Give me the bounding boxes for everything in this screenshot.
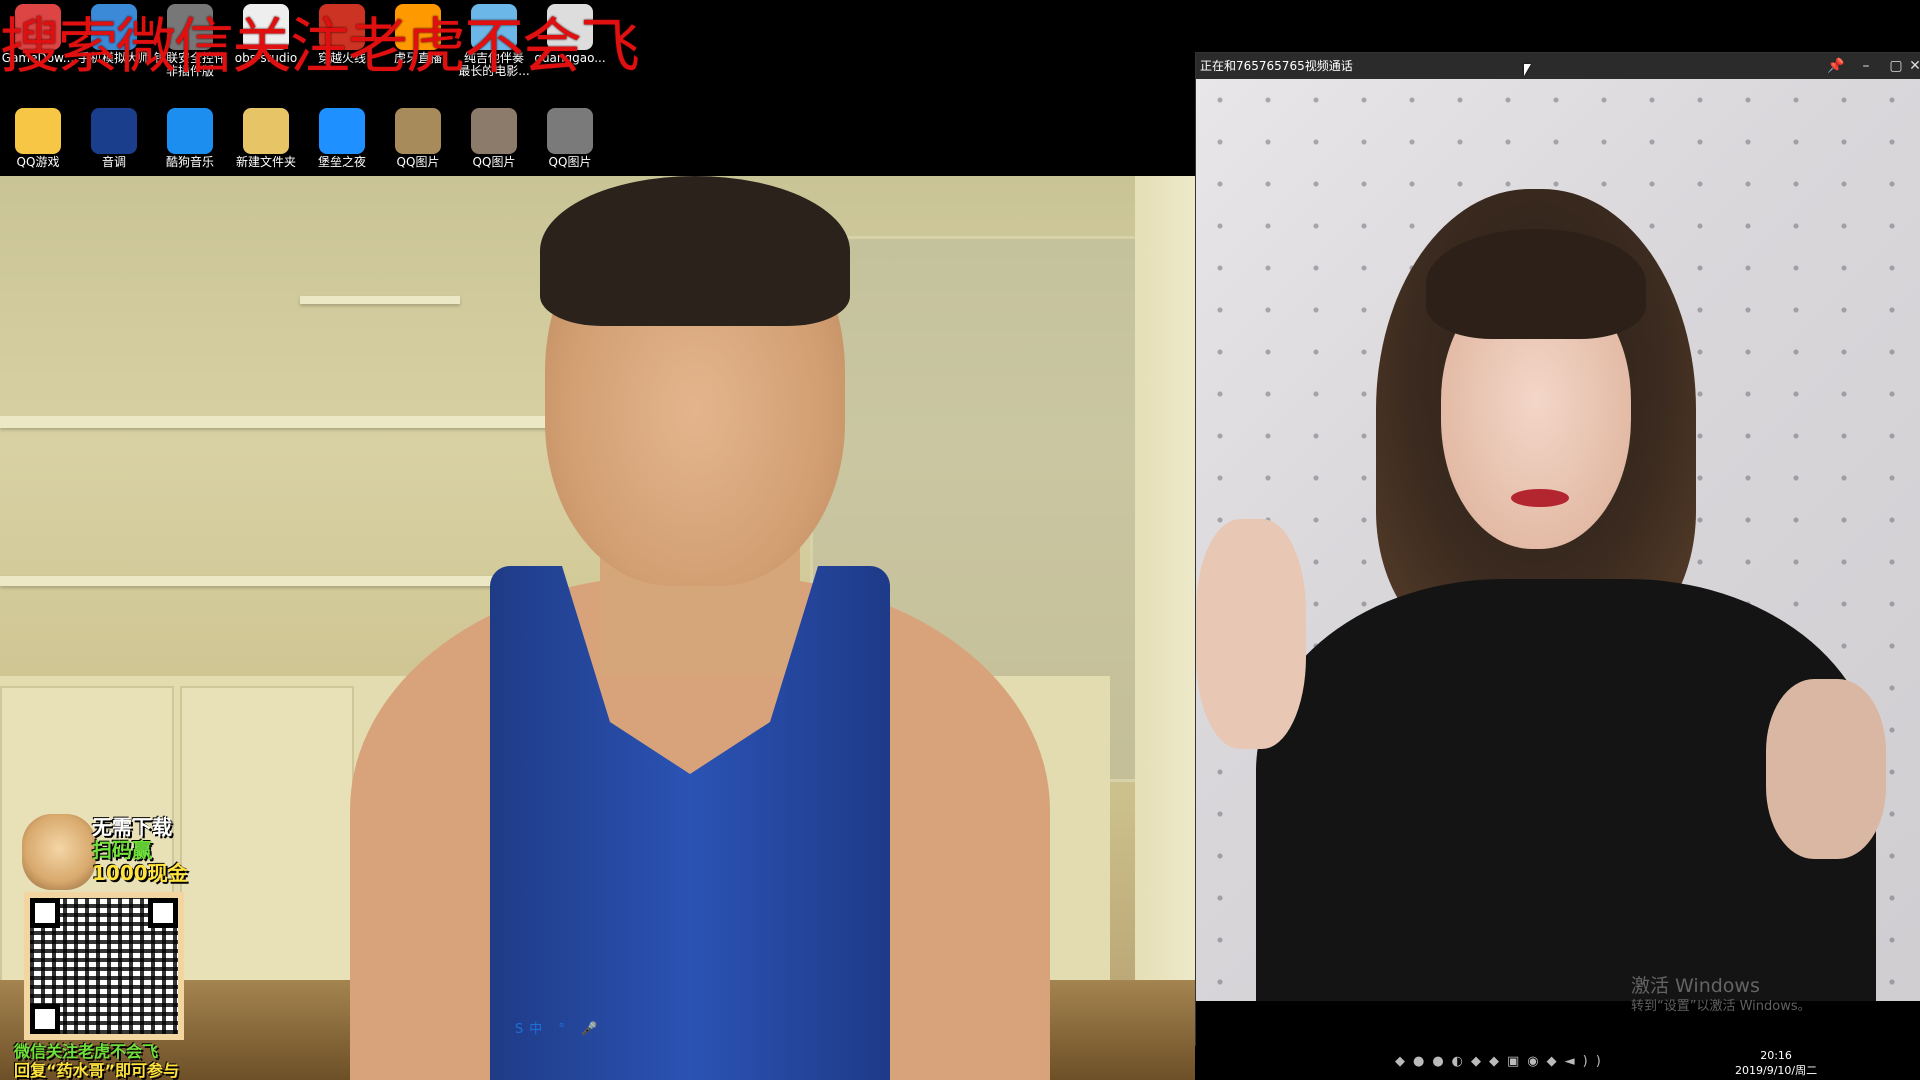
qr-promo: 无需下载 扫码赢 1000现金 微信关注老虎不会飞 回复“药水哥”即可参与: [14, 814, 200, 1080]
desktop-shortcut-label: QQ游戏: [16, 155, 60, 169]
mouse-cursor-icon: [1524, 64, 1531, 76]
qq-game-icon: [15, 108, 61, 154]
windows-activation-hint: 转到“设置”以激活 Windows。: [1631, 999, 1811, 1014]
qr-pattern: [30, 898, 178, 1034]
ime-toolbar[interactable]: S中 ° 🎤: [515, 1018, 603, 1037]
desktop-shortcut-label: 酷狗音乐: [165, 155, 214, 169]
promo-line2: 扫码赢: [92, 838, 152, 862]
desktop-shortcut-label: QQ图片: [548, 155, 592, 169]
kugou-icon: [167, 108, 213, 154]
qr-corner: [30, 898, 60, 928]
video-call-window[interactable]: 正在和765765765视频通话 📌 – ▢ ✕ 激活 Windows 转到“设…: [1195, 52, 1920, 1054]
remote-person-lips: [1511, 489, 1569, 507]
clock-date: 2019/9/10/周二: [1735, 1064, 1818, 1077]
shelf: [0, 576, 540, 586]
cabinet-door: [180, 686, 354, 990]
minimize-button[interactable]: –: [1851, 53, 1881, 79]
promo-line1: 无需下载: [92, 815, 172, 839]
promo-headline: 无需下载 扫码赢 1000现金: [92, 816, 202, 885]
promo-instructions: 微信关注老虎不会飞 回复“药水哥”即可参与: [14, 1042, 204, 1080]
tiger-mascot-icon: [22, 814, 96, 890]
desktop-shortcut-label: 音调: [101, 155, 126, 169]
clock-time: 20:16: [1760, 1049, 1792, 1062]
qq-image-icon: [547, 108, 593, 154]
shelf: [0, 416, 560, 428]
kuwo-kk-icon: [91, 108, 137, 154]
desktop-shortcut-label: 新建文件夹: [235, 155, 296, 169]
qr-corner: [30, 1004, 60, 1034]
clock[interactable]: 20:16 2019/9/10/周二: [1735, 1048, 1817, 1078]
qq-image-icon: [395, 108, 441, 154]
desktop-shortcut-label: 堡垒之夜: [317, 155, 366, 169]
desktop-shortcut-label: QQ图片: [396, 155, 440, 169]
remote-video-feed: 激活 Windows 转到“设置”以激活 Windows。: [1196, 79, 1920, 1053]
remote-person-hand: [1196, 519, 1306, 749]
pin-button[interactable]: 📌: [1821, 53, 1851, 79]
qr-corner: [148, 898, 178, 928]
system-tray: ◆●●◐◆◆▣◉◆◄)) 20:16 2019/9/10/周二: [1195, 1046, 1920, 1080]
promo-bottom-line1: 微信关注老虎不会飞: [14, 1042, 159, 1061]
qr-code[interactable]: [24, 892, 184, 1040]
shelf: [300, 296, 460, 304]
desktop-shortcut-label: QQ图片: [472, 155, 516, 169]
window-titlebar[interactable]: 正在和765765765视频通话 📌 – ▢ ✕: [1196, 53, 1920, 79]
person-hair: [540, 176, 850, 326]
remote-person-hand: [1766, 679, 1886, 859]
window-title: 正在和765765765视频通话: [1200, 59, 1353, 73]
promo-bottom-line2: 回复“药水哥”即可参与: [14, 1061, 180, 1080]
remote-person-bangs: [1426, 229, 1646, 339]
promo-line3: 1000现金: [92, 861, 188, 885]
tray-icons[interactable]: ◆●●◐◆◆▣◉◆◄)): [1395, 1054, 1609, 1069]
overlay-banner-text: 搜索微信关注老虎不会飞: [0, 12, 640, 82]
qq-image-icon: [471, 108, 517, 154]
close-button[interactable]: ✕: [1906, 53, 1920, 79]
fortnite-icon: [319, 108, 365, 154]
windows-activation-title: 激活 Windows: [1631, 975, 1760, 997]
folder-icon: [243, 108, 289, 154]
